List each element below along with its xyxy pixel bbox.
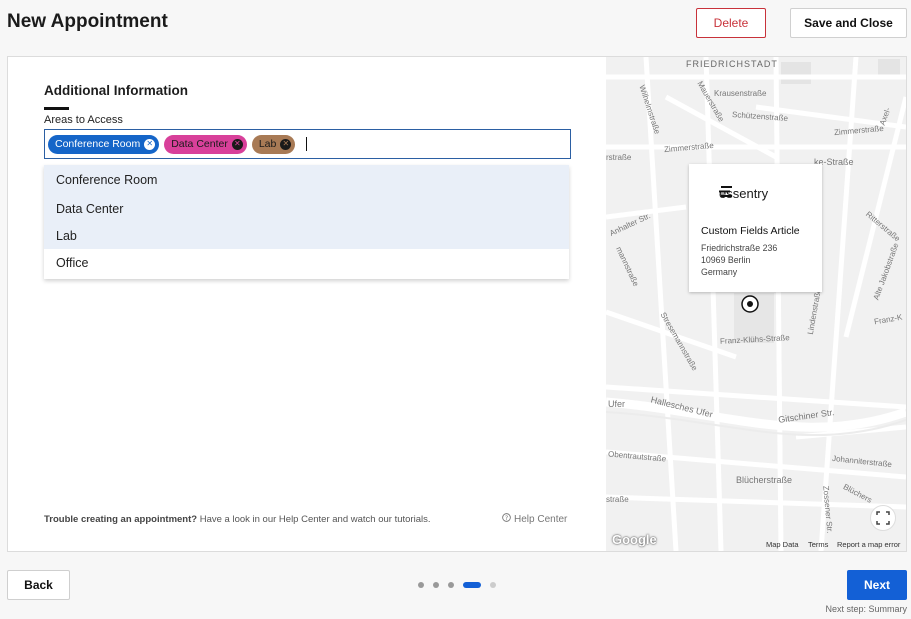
google-logo: Google bbox=[612, 532, 657, 547]
map-terms-link[interactable]: Terms bbox=[808, 540, 828, 549]
svg-text:?: ? bbox=[505, 515, 508, 522]
map-label-district: FRIEDRICHSTADT bbox=[686, 59, 778, 69]
areas-tag-input[interactable]: Conference Room ✕ Data Center ✕ Lab ✕ bbox=[44, 129, 571, 159]
address-line-3: Germany bbox=[701, 267, 738, 277]
areas-to-access-label: Areas to Access bbox=[44, 114, 123, 126]
tag-chip-lab: Lab ✕ bbox=[251, 134, 296, 154]
tag-chip-data-center: Data Center ✕ bbox=[164, 134, 247, 154]
help-text: Trouble creating an appointment? Have a … bbox=[44, 514, 430, 525]
essentry-logo: essentry bbox=[719, 186, 768, 201]
next-button[interactable]: Next bbox=[847, 570, 907, 600]
address-line-1: Friedrichstraße 236 bbox=[701, 243, 778, 253]
essentry-logo-icon bbox=[719, 186, 732, 197]
remove-tag-icon[interactable]: ✕ bbox=[144, 138, 156, 150]
step-dot-1 bbox=[418, 582, 424, 588]
step-dot-3 bbox=[448, 582, 454, 588]
remove-tag-icon[interactable]: ✕ bbox=[231, 138, 243, 150]
step-dot-5 bbox=[490, 582, 496, 588]
help-center-link[interactable]: ? Help Center bbox=[502, 513, 567, 525]
help-text-bold: Trouble creating an appointment? bbox=[44, 514, 198, 525]
tag-chip-label: Data Center bbox=[171, 138, 228, 150]
remove-tag-icon[interactable]: ✕ bbox=[280, 138, 292, 150]
step-dot-2 bbox=[433, 582, 439, 588]
map-label-strasse-2: straße bbox=[606, 495, 629, 504]
map-label-ufer: Ufer bbox=[608, 399, 626, 409]
text-caret bbox=[306, 137, 308, 151]
fullscreen-icon[interactable] bbox=[870, 505, 896, 531]
tag-chip-label: Conference Room bbox=[55, 138, 141, 150]
map-label-krausen: Krausenstraße bbox=[714, 89, 767, 98]
appointment-card: Additional Information Areas to Access C… bbox=[7, 56, 907, 552]
section-title: Additional Information bbox=[44, 83, 188, 98]
areas-dropdown: Conference Room Data Center Lab Office bbox=[44, 165, 569, 279]
step-dot-current bbox=[463, 582, 481, 588]
dropdown-option-conference-room[interactable]: Conference Room bbox=[44, 165, 569, 195]
additional-information-form: Additional Information Areas to Access C… bbox=[8, 57, 606, 551]
location-address: Friedrichstraße 236 10969 Berlin Germany bbox=[701, 242, 777, 278]
location-info-card: essentry Custom Fields Article Friedrich… bbox=[689, 164, 822, 292]
map-data-link[interactable]: Map Data bbox=[766, 540, 799, 549]
save-and-close-button[interactable]: Save and Close bbox=[790, 8, 907, 38]
delete-button[interactable]: Delete bbox=[696, 8, 766, 38]
location-pin-icon[interactable] bbox=[741, 295, 759, 313]
map-report-link[interactable]: Report a map error bbox=[837, 540, 900, 549]
dropdown-option-lab[interactable]: Lab bbox=[44, 222, 569, 249]
tag-chip-conference-room: Conference Room ✕ bbox=[48, 134, 160, 154]
dropdown-option-data-center[interactable]: Data Center bbox=[44, 195, 569, 222]
help-center-label: Help Center bbox=[514, 513, 568, 525]
page-title: New Appointment bbox=[7, 11, 168, 32]
page-header: New Appointment Delete Save and Close bbox=[0, 0, 911, 46]
help-text-body: Have a look in our Help Center and watch… bbox=[197, 514, 431, 525]
address-line-2: 10969 Berlin bbox=[701, 255, 751, 265]
step-progress bbox=[418, 582, 496, 588]
location-title: Custom Fields Article bbox=[701, 225, 800, 237]
help-circle-icon: ? bbox=[502, 513, 511, 525]
tag-chip-label: Lab bbox=[258, 138, 277, 150]
map-label-strasse-1: rstraße bbox=[606, 153, 632, 162]
back-button[interactable]: Back bbox=[7, 570, 70, 600]
next-step-hint: Next step: Summary bbox=[825, 604, 907, 614]
map-label-bluecher: Blücherstraße bbox=[736, 475, 793, 485]
section-title-underline bbox=[44, 107, 69, 110]
location-map[interactable]: FRIEDRICHSTADT Krausenstraße Schützenstr… bbox=[606, 57, 906, 551]
dropdown-option-office[interactable]: Office bbox=[44, 249, 569, 276]
